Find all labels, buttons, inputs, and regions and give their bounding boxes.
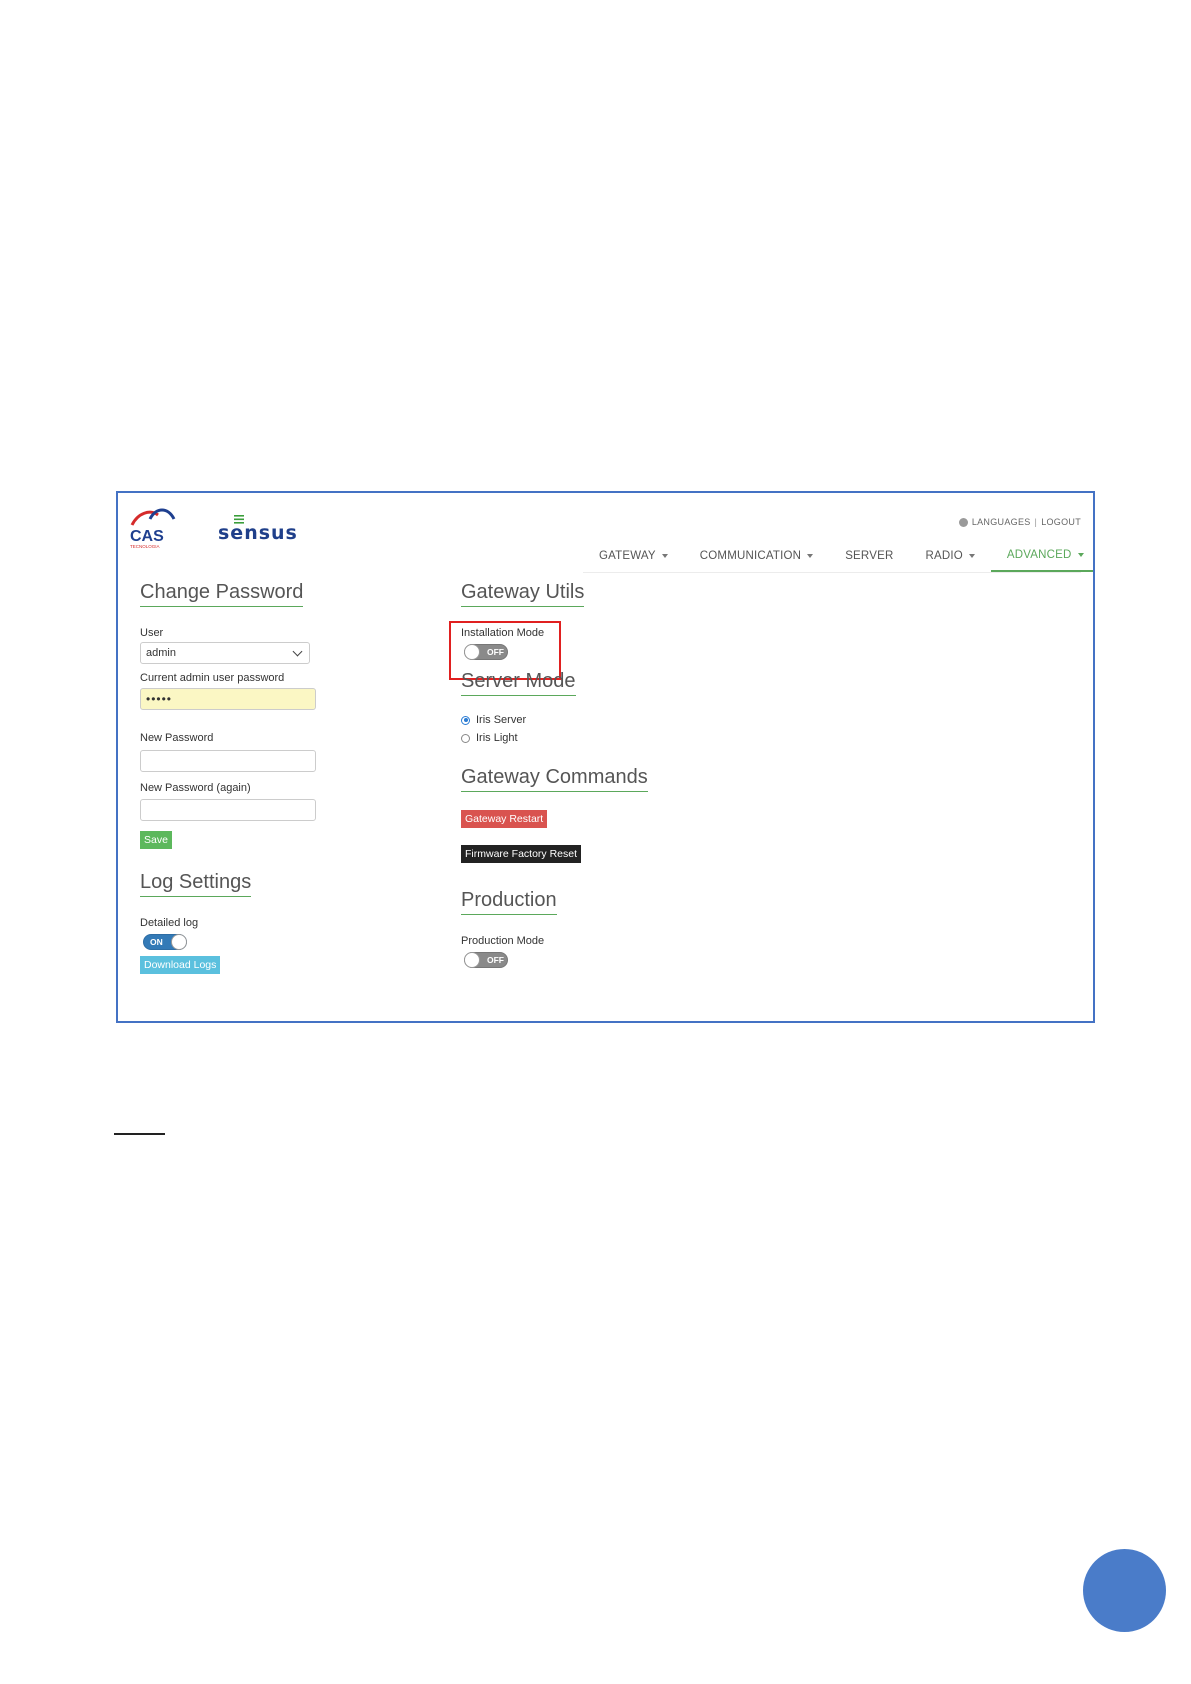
caret-down-icon [661, 554, 668, 558]
radio-option-iris-server[interactable]: Iris Server [461, 714, 861, 726]
current-password-field[interactable]: ••••• [140, 688, 316, 710]
cas-logo-text: CAS [130, 528, 164, 545]
radio-option-label: Iris Server [476, 714, 527, 726]
nav-item-gateway[interactable]: GATEWAY [583, 540, 684, 572]
globe-icon [958, 517, 968, 527]
nav-item-label: SERVER [845, 550, 894, 562]
nav-item-label: GATEWAY [599, 550, 656, 562]
log-settings-title: Log Settings [140, 871, 252, 897]
radio-option-iris-light[interactable]: Iris Light [461, 732, 861, 744]
gateway-restart-button[interactable]: Gateway Restart [461, 810, 548, 828]
top-links: LANGUAGES | LOGOUT [958, 517, 1081, 527]
production-mode-label: Production Mode [461, 935, 545, 947]
caret-down-icon [968, 554, 975, 558]
new-password-field[interactable] [140, 750, 316, 772]
chevron-down-icon [292, 646, 303, 656]
new-password-again-label: New Password (again) [140, 782, 251, 794]
installation-mode-toggle[interactable]: OFF [464, 644, 508, 660]
firmware-factory-reset-button[interactable]: Firmware Factory Reset [461, 845, 582, 863]
nav-item-label: RADIO [925, 550, 963, 562]
detailed-log-label: Detailed log [140, 917, 199, 929]
top-links-separator: | [1034, 517, 1038, 527]
user-select-value: admin [146, 647, 176, 659]
user-select[interactable]: admin [140, 642, 310, 664]
nav-item-advanced[interactable]: ADVANCED [990, 540, 1093, 572]
installation-mode-label: Installation Mode [461, 627, 545, 639]
caret-down-icon [1077, 553, 1084, 557]
toggle-knob [171, 934, 187, 950]
caret-down-icon [807, 554, 814, 558]
right-column: Gateway Utils Installation Mode OFF Serv… [461, 581, 861, 968]
server-mode-title: Server Mode [461, 670, 576, 696]
main-nav: GATEWAY COMMUNICATION SERVER RADIO ADVAN… [583, 540, 1093, 573]
toggle-knob [464, 644, 480, 660]
screenshot-frame: CAS TECNOLOGIA sensus LANGUAGES | LOGOUT… [116, 491, 1095, 1023]
radio-checked-icon [461, 715, 470, 725]
sensus-logo-text: sensus [218, 522, 298, 543]
save-button[interactable]: Save [140, 831, 172, 849]
nav-item-label: COMMUNICATION [699, 550, 802, 562]
cas-logo-subtext: TECNOLOGIA [130, 544, 160, 549]
production-title: Production [461, 889, 557, 915]
radio-option-label: Iris Light [476, 732, 518, 744]
cas-logo: CAS TECNOLOGIA [130, 508, 176, 549]
gateway-utils-title: Gateway Utils [461, 581, 585, 607]
nav-item-communication[interactable]: COMMUNICATION [684, 540, 829, 572]
left-column: Change Password User admin Current admin… [140, 581, 380, 974]
toggle-state-text: OFF [487, 647, 504, 657]
logout-link[interactable]: LOGOUT [1041, 517, 1081, 527]
page-number-badge [1083, 1549, 1166, 1632]
production-mode-toggle[interactable]: OFF [464, 952, 508, 968]
languages-link[interactable]: LANGUAGES [972, 517, 1031, 527]
gateway-commands-title: Gateway Commands [461, 766, 648, 792]
nav-item-label: ADVANCED [1006, 549, 1072, 561]
server-mode-options: Iris Server Iris Light [461, 714, 861, 744]
current-password-label: Current admin user password [140, 672, 285, 684]
detailed-log-toggle[interactable]: ON [143, 934, 187, 950]
new-password-label: New Password [140, 732, 214, 744]
sensus-logo: sensus [218, 515, 298, 543]
toggle-state-text: ON [150, 937, 163, 947]
toggle-knob [464, 952, 480, 968]
nav-item-radio[interactable]: RADIO [909, 540, 990, 572]
footnote-divider [114, 1133, 165, 1135]
download-logs-button[interactable]: Download Logs [140, 956, 221, 974]
toggle-state-text: OFF [487, 955, 504, 965]
user-label: User [140, 627, 164, 639]
radio-unchecked-icon [461, 733, 470, 743]
nav-item-server[interactable]: SERVER [829, 540, 909, 572]
change-password-title: Change Password [140, 581, 304, 607]
new-password-again-field[interactable] [140, 799, 316, 821]
